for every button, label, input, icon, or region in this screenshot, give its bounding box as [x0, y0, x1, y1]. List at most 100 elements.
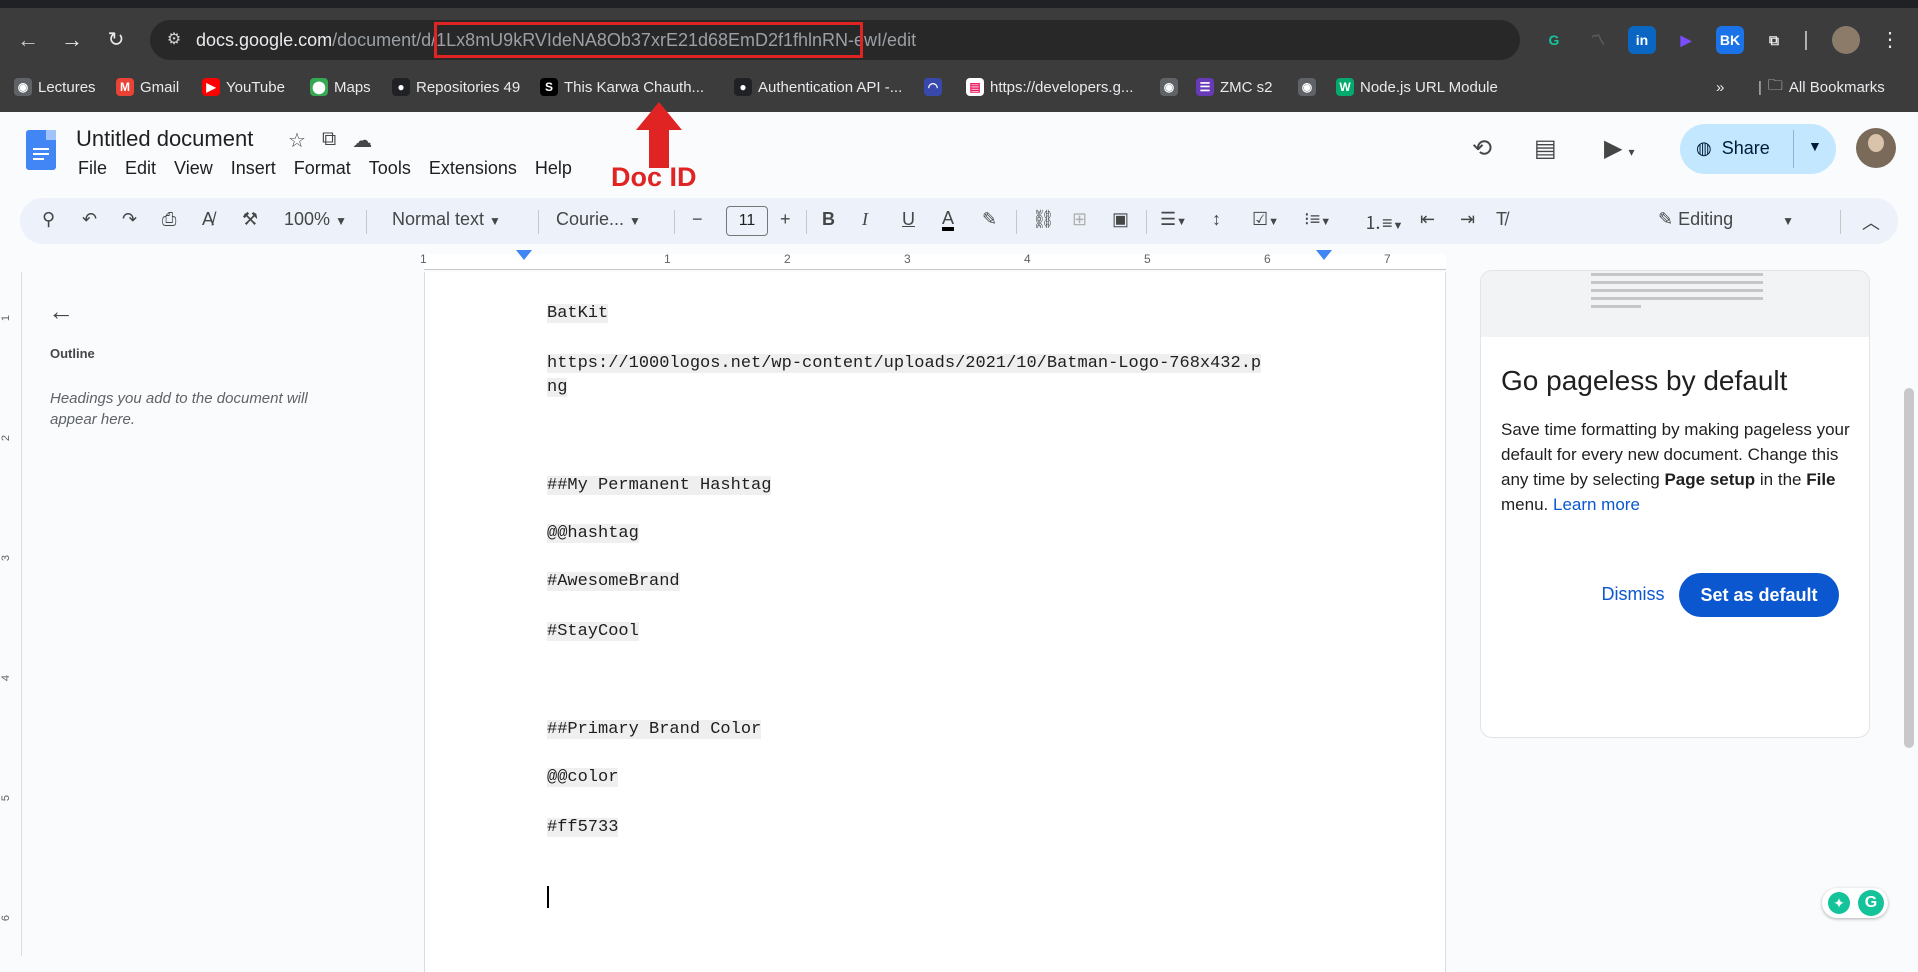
highlight-icon[interactable]: ✎ [982, 209, 997, 230]
star-icon[interactable]: ☆ [288, 128, 306, 153]
all-bookmarks[interactable]: | 🗀 All Bookmarks [1758, 76, 1885, 98]
doc-line[interactable]: #StayCool [547, 622, 639, 641]
add-comment-icon[interactable]: ⊞ [1072, 209, 1087, 230]
doc-line[interactable]: ##Primary Brand Color [547, 720, 762, 739]
pageless-promo-card: Go pageless by default Save time formatt… [1480, 270, 1870, 738]
bk-icon[interactable]: BK [1716, 26, 1744, 54]
decrease-font-icon[interactable]: − [692, 209, 703, 230]
grammarly-icon[interactable]: G [1858, 890, 1884, 916]
checklist-icon[interactable]: ☑▼ [1252, 209, 1279, 230]
editing-mode-select[interactable]: ✎ Editing ▼ [1658, 209, 1794, 230]
close-outline-icon[interactable]: ← [48, 296, 74, 327]
menu-extensions[interactable]: Extensions [429, 158, 517, 179]
comments-icon[interactable]: ▤ [1534, 134, 1557, 163]
doc-line[interactable]: #AwesomeBrand [547, 572, 680, 591]
bookmark-item[interactable]: ◉ [1160, 76, 1178, 98]
learn-more-link[interactable]: Learn more [1553, 495, 1640, 514]
share-button[interactable]: ◍ Share ▼ [1680, 124, 1836, 174]
clear-formatting-icon[interactable]: T̸ [1496, 209, 1507, 230]
grammarly-widget[interactable]: ✦ G [1822, 888, 1888, 918]
bookmark-item[interactable]: M Gmail [116, 76, 179, 98]
menu-tools[interactable]: Tools [369, 158, 411, 179]
paint-format-icon[interactable]: ⚒ [242, 209, 258, 230]
doc-line[interactable]: BatKit [547, 304, 609, 323]
linkedin-icon[interactable]: in [1628, 26, 1656, 54]
bookmark-item[interactable]: ● Repositories 49 [392, 76, 520, 98]
underline-icon[interactable]: U [902, 209, 915, 230]
decrease-indent-icon[interactable]: ⇤ [1420, 209, 1435, 230]
font-size-input[interactable]: 11 [726, 206, 768, 236]
move-folder-icon[interactable]: ⧉ [322, 128, 336, 153]
profile-avatar[interactable] [1832, 26, 1860, 54]
font-select[interactable]: Courie... ▼ [556, 209, 641, 230]
increase-indent-icon[interactable]: ⇥ [1460, 209, 1475, 230]
text-color-icon[interactable]: A [942, 209, 955, 231]
horizontal-ruler[interactable]: 1 1 2 3 4 5 6 7 [420, 250, 1446, 270]
play-icon[interactable]: ▶ [1672, 26, 1700, 54]
user-avatar[interactable] [1856, 128, 1896, 168]
link-icon[interactable]: ⛓ [1032, 209, 1055, 230]
puzzle-icon[interactable]: ⧉ [1760, 26, 1788, 54]
cloud-status-icon[interactable]: ☁ [352, 128, 372, 153]
doc-line[interactable]: #ff5733 [547, 818, 619, 837]
spellcheck-icon[interactable]: A̸ [202, 209, 214, 230]
style-select[interactable]: Normal text ▼ [392, 209, 501, 230]
undo-icon[interactable]: ↶ [82, 209, 97, 230]
right-indent-marker[interactable] [1316, 250, 1332, 262]
bulleted-list-icon[interactable]: ⁝≡▼ [1304, 209, 1331, 230]
bold-icon[interactable]: B [822, 209, 835, 230]
line-spacing-icon[interactable]: ↕ [1212, 209, 1221, 230]
menu-format[interactable]: Format [294, 158, 351, 179]
menu-insert[interactable]: Insert [231, 158, 276, 179]
share-dropdown-icon[interactable]: ▼ [1808, 138, 1822, 154]
bookmark-item[interactable]: ◉ [1298, 76, 1316, 98]
bookmark-item[interactable]: ● Authentication API -... [734, 76, 902, 98]
doc-line[interactable]: ng [547, 378, 568, 397]
align-icon[interactable]: ☰▼ [1160, 209, 1187, 230]
bookmark-item[interactable]: ▶ YouTube [202, 76, 285, 98]
menu-edit[interactable]: Edit [125, 158, 156, 179]
menu-help[interactable]: Help [535, 158, 572, 179]
insert-image-icon[interactable]: ▣ [1112, 209, 1129, 230]
analytics-icon[interactable]: 〽 [1584, 26, 1612, 54]
forward-icon[interactable]: → [56, 24, 88, 56]
style-value: Normal text [392, 209, 485, 229]
increase-font-icon[interactable]: + [780, 209, 791, 230]
browser-menu-icon[interactable]: ⋮ [1874, 24, 1906, 56]
docs-logo-icon[interactable] [26, 130, 56, 170]
set-as-default-button[interactable]: Set as default [1679, 573, 1839, 617]
doc-line[interactable]: ##My Permanent Hashtag [547, 476, 772, 495]
lightbulb-icon[interactable]: ✦ [1828, 892, 1850, 914]
doc-line[interactable]: @@color [547, 768, 619, 787]
site-info-icon[interactable]: ⚙ [164, 30, 184, 50]
dismiss-button[interactable]: Dismiss [1575, 573, 1691, 615]
menu-file[interactable]: File [78, 158, 107, 179]
back-icon[interactable]: ← [12, 24, 44, 56]
numbered-list-icon[interactable]: ⒈≡▼ [1364, 209, 1403, 235]
bookmark-item[interactable]: ☰ ZMC s2 [1196, 76, 1273, 98]
version-history-icon[interactable]: ⟲ [1472, 134, 1492, 163]
zoom-select[interactable]: 100% ▼ [284, 209, 347, 230]
bookmark-item[interactable]: ◉ Lectures [14, 76, 96, 98]
menu-view[interactable]: View [174, 158, 213, 179]
bookmark-item[interactable]: ⬤ Maps [310, 76, 371, 98]
italic-icon[interactable]: I [862, 209, 868, 230]
doc-line[interactable]: https://1000logos.net/wp-content/uploads… [547, 354, 1262, 373]
collapse-toolbar-icon[interactable]: ︿ [1862, 209, 1880, 235]
print-icon[interactable]: ⎙ [162, 209, 176, 230]
redo-icon[interactable]: ↷ [122, 209, 137, 230]
bookmark-item[interactable]: S This Karwa Chauth... [540, 76, 704, 98]
bookmarks-overflow-icon[interactable]: » [1716, 76, 1724, 98]
scrollbar[interactable] [1904, 388, 1914, 748]
bookmark-item[interactable]: ▤ https://developers.g... [966, 76, 1133, 98]
document-page[interactable]: BatKit https://1000logos.net/wp-content/… [424, 272, 1446, 972]
bookmark-item[interactable]: W Node.js URL Module [1336, 76, 1498, 98]
bookmark-item[interactable]: ◠ [924, 76, 942, 98]
reload-icon[interactable]: ↻ [100, 24, 132, 56]
search-menus-icon[interactable]: ⚲ [42, 209, 55, 230]
document-title[interactable]: Untitled document [76, 126, 253, 152]
doc-line[interactable]: @@hashtag [547, 524, 639, 543]
left-indent-marker[interactable] [516, 250, 532, 262]
grammarly-icon[interactable]: G [1540, 26, 1568, 54]
meet-icon[interactable]: ▶ ▾ [1604, 134, 1635, 163]
